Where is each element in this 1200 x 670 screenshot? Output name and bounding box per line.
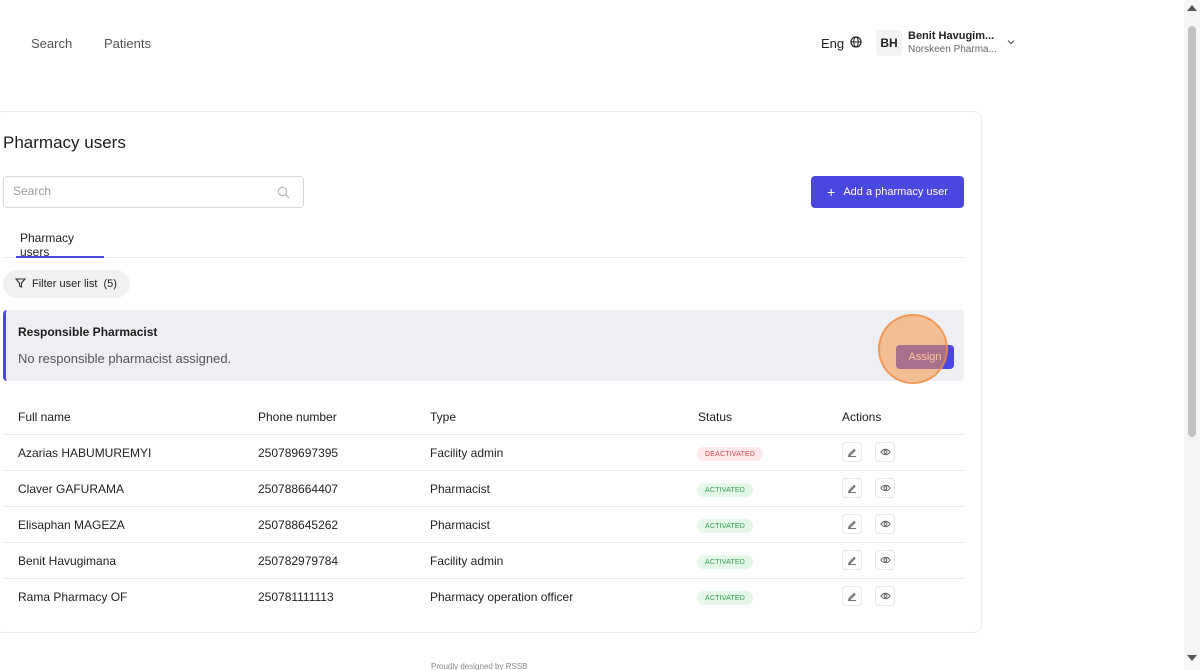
cell-full-name: Rama Pharmacy OF xyxy=(18,590,128,604)
tab-pharmacy-users[interactable]: Pharmacy users xyxy=(16,220,104,259)
language-selector[interactable]: Eng xyxy=(821,36,862,51)
user-name: Benit Havugim... xyxy=(908,30,995,42)
cell-phone-number: 250788645262 xyxy=(258,518,339,532)
edit-icon[interactable] xyxy=(842,586,862,606)
cell-full-name: Benit Havugimana xyxy=(18,554,117,568)
scroll-up-arrow-icon[interactable] xyxy=(1187,5,1197,11)
table-row: Rama Pharmacy OF 250781111113 Pharmacy o… xyxy=(3,579,964,615)
nav-link-patients[interactable]: Patients xyxy=(104,36,151,51)
eye-icon[interactable] xyxy=(875,442,895,462)
pharmacy-users-table: Full name Phone number Type Status Actio… xyxy=(3,398,964,615)
user-info: Benit Havugim... Norskeen Pharma... xyxy=(908,30,1000,56)
cell-type: Pharmacist xyxy=(430,518,491,532)
eye-icon[interactable] xyxy=(875,478,895,498)
status-badge: ACTIVATED xyxy=(697,555,754,569)
filter-user-list-button[interactable]: Filter user list (5) xyxy=(3,270,130,298)
edit-icon[interactable] xyxy=(842,478,862,498)
cell-type: Pharmacy operation officer xyxy=(430,590,574,604)
tab-bar: Pharmacy users xyxy=(3,220,964,259)
column-header-status: Status xyxy=(698,410,733,424)
filter-label: Filter user list (5) xyxy=(32,278,117,290)
column-header-actions: Actions xyxy=(842,410,882,424)
table-row: Benit Havugimana 250782979784 Facility a… xyxy=(3,543,964,579)
scrollbar[interactable] xyxy=(1184,0,1200,670)
search-box[interactable] xyxy=(3,176,304,208)
plus-icon: + xyxy=(827,184,836,200)
add-pharmacy-user-button[interactable]: + Add a pharmacy user xyxy=(811,176,964,208)
edit-icon[interactable] xyxy=(842,514,862,534)
add-pharmacy-user-label: Add a pharmacy user xyxy=(843,186,948,198)
edit-icon[interactable] xyxy=(842,550,862,570)
page-title: Pharmacy users xyxy=(3,133,126,152)
scrollbar-thumb[interactable] xyxy=(1188,26,1196,437)
table-row: Azarias HABUMUREMYI 250789697395 Facilit… xyxy=(3,435,964,471)
responsible-pharmacist-message: No responsible pharmacist assigned. xyxy=(18,351,232,366)
cell-type: Facility admin xyxy=(430,446,504,460)
filter-icon xyxy=(14,277,27,291)
user-menu[interactable]: BH Benit Havugim... Norskeen Pharma... xyxy=(876,30,1016,56)
assign-button[interactable]: Assign xyxy=(896,345,954,369)
eye-icon[interactable] xyxy=(875,586,895,606)
cell-type: Pharmacist xyxy=(430,482,491,496)
table-row: Elisaphan MAGEZA 250788645262 Pharmacist… xyxy=(3,507,964,543)
globe-icon xyxy=(850,36,862,51)
top-navigation: Search Patients Eng BH Benit Havugim... … xyxy=(0,0,1184,88)
nav-link-search[interactable]: Search xyxy=(31,36,72,51)
eye-icon[interactable] xyxy=(875,550,895,570)
responsible-pharmacist-panel: Responsible Pharmacist No responsible ph… xyxy=(3,310,964,384)
cell-full-name: Claver GAFURAMA xyxy=(18,482,125,496)
scroll-down-arrow-icon[interactable] xyxy=(1187,655,1197,661)
status-badge: ACTIVATED xyxy=(697,591,754,605)
language-label: Eng xyxy=(821,36,845,51)
cell-type: Facility admin xyxy=(430,554,504,568)
cell-phone-number: 250781111113 xyxy=(258,590,334,604)
status-badge: DEACTIVATED xyxy=(697,447,764,461)
table-header: Full name Phone number Type Status Actio… xyxy=(3,398,964,435)
status-badge: ACTIVATED xyxy=(697,483,754,497)
search-icon[interactable] xyxy=(277,186,290,204)
column-header-phone-number: Phone number xyxy=(258,410,337,424)
eye-icon[interactable] xyxy=(875,514,895,534)
footer-credit: Proudly designed by RSSB xyxy=(431,662,528,670)
edit-icon[interactable] xyxy=(842,442,862,462)
cell-phone-number: 250789697395 xyxy=(258,446,339,460)
avatar: BH xyxy=(876,30,902,56)
column-header-full-name: Full name xyxy=(18,410,71,424)
cell-full-name: Elisaphan MAGEZA xyxy=(18,518,125,532)
responsible-pharmacist-title: Responsible Pharmacist xyxy=(18,325,158,339)
cell-phone-number: 250782979784 xyxy=(258,554,339,568)
column-header-type: Type xyxy=(430,410,457,424)
user-organization: Norskeen Pharma... xyxy=(908,44,997,55)
cell-full-name: Azarias HABUMUREMYI xyxy=(18,446,152,460)
chevron-down-icon[interactable] xyxy=(1006,34,1016,52)
cell-phone-number: 250788664407 xyxy=(258,482,339,496)
search-input[interactable] xyxy=(13,184,263,198)
status-badge: ACTIVATED xyxy=(697,519,754,533)
table-row: Claver GAFURAMA 250788664407 Pharmacist … xyxy=(3,471,964,507)
